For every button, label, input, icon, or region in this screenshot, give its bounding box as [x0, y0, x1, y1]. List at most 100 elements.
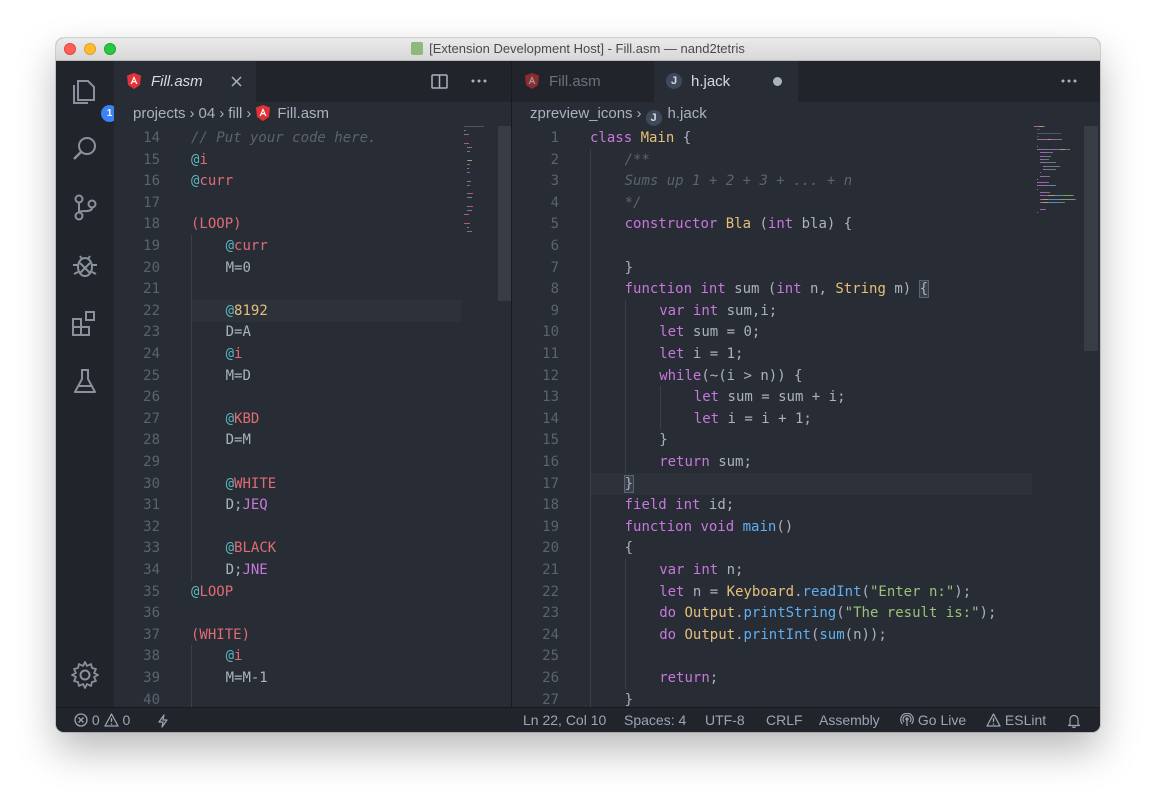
code-line[interactable]: M=D [226, 365, 251, 387]
minimap-line [1043, 159, 1049, 160]
code-line[interactable]: let i = 1; [659, 343, 743, 365]
code-line[interactable]: /** [625, 149, 650, 171]
line-number: 9 [550, 302, 559, 319]
code-line[interactable]: field int id; [625, 494, 735, 516]
code-line[interactable]: constructor Bla (int bla) { [625, 213, 853, 235]
source-control-icon[interactable] [69, 191, 101, 223]
code-line[interactable]: function void main() [625, 516, 794, 538]
search-icon[interactable] [69, 133, 101, 165]
code-line[interactable]: } [623, 473, 635, 495]
code-token: let [693, 410, 720, 427]
code-line[interactable]: @LOOP [191, 581, 233, 603]
debug-icon[interactable] [69, 249, 101, 281]
code-token: D; [225, 497, 243, 514]
tab-fill-asm[interactable]: Fill.asm [114, 61, 256, 102]
code-line[interactable]: } [625, 257, 633, 279]
code-line[interactable]: M=0 [226, 257, 251, 279]
more-actions-icon[interactable] [1061, 79, 1077, 83]
minimap-line [465, 214, 469, 216]
code-token: D; [225, 562, 243, 578]
scrollbar-thumb[interactable] [498, 126, 511, 301]
code-token: JNE [242, 562, 268, 578]
breadcrumb-item[interactable]: fill [228, 105, 242, 122]
code-line[interactable]: function int sum (int n, String m) { [625, 278, 930, 300]
more-actions-icon[interactable] [471, 79, 487, 83]
encoding[interactable]: UTF-8 [705, 708, 745, 732]
code-line[interactable]: D;JNE [226, 559, 268, 581]
code-line[interactable]: do Output.printString("The result is:"); [659, 602, 996, 624]
unsaved-dot-icon[interactable] [773, 77, 782, 86]
code-line[interactable]: @curr [226, 235, 268, 257]
explorer-icon[interactable]: 1 [69, 75, 118, 122]
indentation[interactable]: Spaces: 4 [624, 708, 686, 732]
code-line[interactable]: @i [226, 645, 243, 667]
right-code-area[interactable]: 1 class Main {2/** 3 Sums up 1 + 2 + 3 + ..… [512, 126, 1100, 707]
code-line[interactable]: class Main { [590, 127, 691, 149]
code-token: int [776, 281, 802, 298]
code-line[interactable]: let n = Keyboard.readInt("Enter n:"); [659, 581, 971, 603]
breadcrumb-item[interactable]: zpreview_icons [530, 105, 633, 122]
code-line[interactable]: M=M-1 [226, 667, 268, 689]
breadcrumb-item[interactable]: 04 [199, 105, 216, 122]
code-line[interactable]: var int n; [659, 559, 743, 581]
code-line[interactable]: Sums up 1 + 2 + 3 + ... + n [625, 170, 853, 192]
code-line[interactable]: @i [226, 343, 243, 365]
tab-fill-asm-right[interactable]: Fill.asm [512, 61, 654, 102]
code-token: curr [234, 238, 268, 254]
code-line[interactable]: (LOOP) [191, 213, 242, 235]
eslint-indicator[interactable]: ESLint [986, 708, 1046, 732]
gear-icon[interactable] [69, 659, 101, 691]
code-line[interactable]: let i = i + 1; [694, 408, 812, 430]
bell-icon[interactable] [1067, 713, 1081, 728]
code-line[interactable]: @KBD [226, 408, 260, 430]
code-line[interactable]: return sum; [659, 451, 752, 473]
code-line[interactable]: @8192 [226, 300, 268, 322]
close-icon[interactable] [231, 76, 242, 87]
code-line[interactable]: */ [625, 192, 642, 214]
scrollbar-thumb[interactable] [1084, 126, 1098, 351]
code-line[interactable]: } [659, 429, 667, 451]
testing-icon[interactable] [69, 365, 101, 397]
code-line[interactable]: return; [659, 667, 718, 689]
line-number: 19 [542, 518, 559, 535]
code-token: (LOOP) [191, 216, 242, 233]
line-number: 22 [143, 302, 160, 319]
minimap-line [1069, 149, 1070, 151]
code-line[interactable]: do Output.printInt(sum(n)); [659, 624, 887, 646]
code-line[interactable]: (WHITE) [191, 624, 250, 646]
code-token: WHITE [234, 475, 277, 492]
code-line[interactable]: @BLACK [226, 537, 277, 559]
split-editor-icon[interactable] [431, 74, 448, 89]
angular-icon [127, 73, 141, 89]
cursor-position[interactable]: Ln 22, Col 10 [523, 708, 606, 732]
code-token: . [735, 626, 744, 643]
code-token: // Put your code here. [191, 130, 377, 146]
code-line[interactable]: D=A [226, 321, 251, 343]
code-line[interactable]: { [625, 537, 633, 559]
breadcrumb-item[interactable]: projects [133, 105, 186, 122]
code-line[interactable]: } [625, 689, 633, 707]
code-line[interactable]: var int sum,i; [659, 300, 777, 322]
left-code-area[interactable]: 14// Put your code here. 15 @i 16 @curr 17 18(… [114, 126, 511, 707]
lightning-icon[interactable] [157, 714, 169, 728]
code-line[interactable]: let sum = sum + i; [694, 386, 846, 408]
breadcrumb-item[interactable]: Fill.asm [277, 105, 329, 122]
extensions-icon[interactable] [69, 307, 101, 339]
code-line[interactable]: @WHITE [226, 473, 277, 495]
problems-indicator[interactable]: 0 0 [74, 708, 130, 732]
code-line[interactable]: while(~(i > n)) { [659, 365, 802, 387]
code-line[interactable]: D=M [226, 429, 251, 451]
end-of-line[interactable]: CRLF [766, 708, 803, 732]
code-line[interactable]: // Put your code here. [191, 127, 376, 149]
code-token: D=M [225, 432, 251, 449]
go-live-button[interactable]: Go Live [900, 708, 966, 732]
tab-h-jack[interactable]: J h.jack [654, 61, 798, 102]
breadcrumb-item[interactable]: h.jack [668, 105, 707, 122]
code-line[interactable]: @i [191, 149, 208, 171]
code-line[interactable]: D;JEQ [226, 494, 268, 516]
code-line[interactable]: @curr [191, 170, 233, 192]
line-number: 26 [542, 670, 559, 686]
minimap[interactable] [1034, 126, 1084, 326]
code-line[interactable]: let sum = 0; [659, 321, 760, 343]
language-mode[interactable]: Assembly [819, 708, 880, 732]
